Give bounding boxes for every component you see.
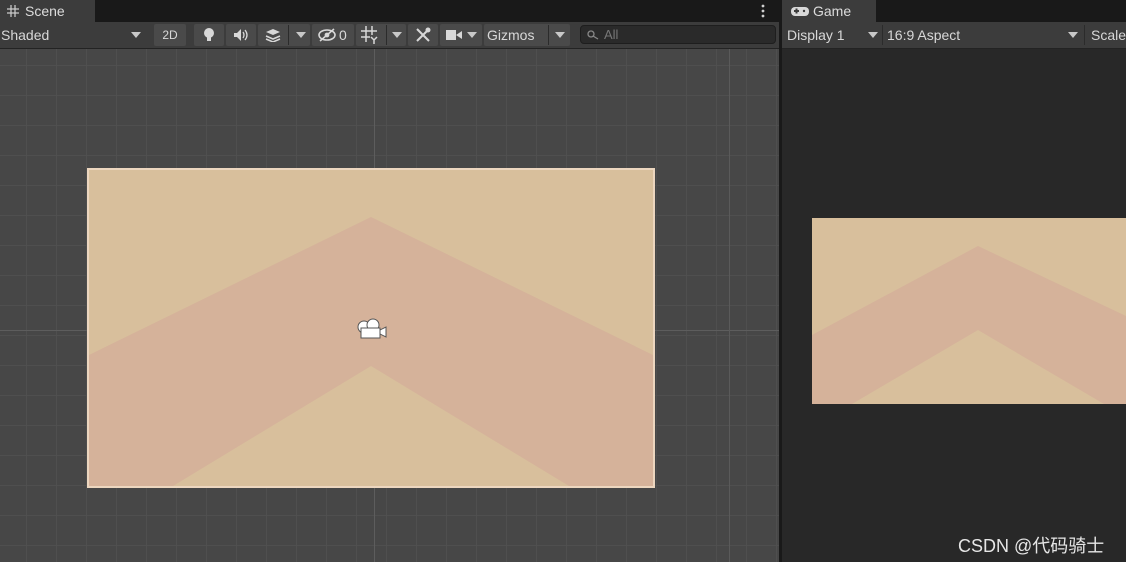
scale-slider[interactable]: Scale [1091, 24, 1126, 46]
game-tab-bar: Game [782, 0, 1126, 22]
grid-snap-icon [361, 26, 379, 44]
lightbulb-icon [203, 27, 215, 43]
chevron-down-icon [1068, 32, 1078, 38]
hidden-eye-icon [317, 28, 337, 42]
toggle-2d-button[interactable]: 2D [154, 24, 186, 46]
camera-settings-dropdown[interactable] [440, 24, 482, 46]
display-dropdown[interactable]: Display 1 [787, 24, 881, 46]
gizmos-dropdown[interactable]: Gizmos [484, 24, 570, 46]
speaker-icon [233, 28, 249, 42]
camera-gizmo-icon[interactable] [356, 317, 388, 346]
grid-icon [7, 5, 19, 17]
chevron-down-icon [467, 32, 477, 38]
scene-toolbar: Shaded 2D 0 Gizmos All [0, 22, 779, 49]
chevron-down-icon [555, 32, 565, 38]
gizmos-label: Gizmos [487, 27, 535, 43]
aspect-label: 16:9 Aspect [887, 27, 961, 43]
scene-viewport[interactable] [0, 49, 779, 562]
shading-mode-dropdown[interactable]: Shaded [0, 24, 148, 46]
search-placeholder: All [604, 27, 619, 42]
search-icon [587, 29, 599, 40]
tab-scene-label: Scene [25, 3, 65, 19]
chevron-down-icon [296, 32, 306, 38]
display-label: Display 1 [787, 27, 845, 43]
toggle-2d-label: 2D [162, 28, 178, 42]
game-toolbar: Display 1 16:9 Aspect Scale [782, 22, 1126, 49]
shading-mode-label: Shaded [1, 27, 50, 43]
more-options-icon[interactable] [758, 3, 768, 19]
scene-search-field[interactable]: All [580, 25, 776, 44]
audio-toggle[interactable] [226, 24, 256, 46]
game-render [812, 218, 1126, 404]
grid-snap-dropdown[interactable] [356, 24, 406, 46]
aspect-dropdown[interactable]: 16:9 Aspect [887, 24, 1082, 46]
hidden-count: 0 [339, 27, 347, 43]
lighting-toggle[interactable] [194, 24, 224, 46]
scene-tab-bar: Scene [0, 0, 779, 22]
chevron-down-icon [131, 32, 141, 38]
grid-major-line [729, 49, 730, 562]
video-camera-icon [446, 29, 462, 41]
gamepad-icon [791, 6, 809, 17]
tools-icon [415, 27, 431, 43]
watermark-text: CSDN @代码骑士 [958, 536, 1105, 556]
effects-dropdown[interactable] [258, 24, 310, 46]
layers-icon [264, 28, 282, 42]
chevron-down-icon [868, 32, 878, 38]
scale-label: Scale [1091, 27, 1126, 43]
scene-visibility-toggle[interactable]: 0 [312, 24, 354, 46]
game-viewport[interactable] [782, 49, 1126, 562]
tools-button[interactable] [408, 24, 438, 46]
tab-game[interactable]: Game [782, 0, 876, 22]
tab-game-label: Game [813, 3, 852, 19]
chevron-down-icon [392, 32, 402, 38]
tab-scene[interactable]: Scene [0, 0, 95, 22]
